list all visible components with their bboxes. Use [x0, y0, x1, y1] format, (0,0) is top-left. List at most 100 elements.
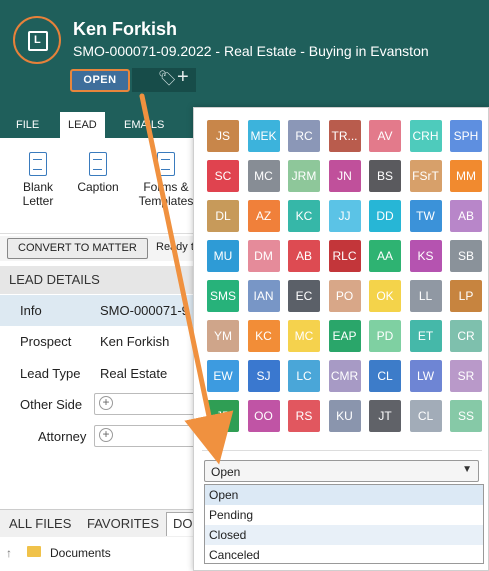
tag-swatch[interactable]: JS [207, 120, 239, 152]
tag-swatch[interactable]: TW [409, 200, 442, 232]
tag-swatch[interactable]: DM [247, 240, 280, 272]
tag-swatch[interactable]: PO [328, 280, 361, 312]
tag-swatch[interactable]: SR [450, 360, 482, 392]
add-circle-icon[interactable]: + [99, 396, 113, 410]
tag-swatch[interactable]: SPH [450, 120, 482, 152]
status-button[interactable]: OPEN [70, 69, 130, 92]
tag-swatch[interactable]: CMR [328, 360, 361, 392]
tag-swatch[interactable]: OO [247, 400, 280, 432]
folder-icon [27, 546, 41, 557]
tag-swatch[interactable]: PD [369, 320, 401, 352]
document-icon [89, 152, 107, 176]
other-side-input[interactable]: + [94, 393, 204, 415]
tag-swatch[interactable]: AB [450, 200, 482, 232]
tag-swatch[interactable]: LL [409, 280, 442, 312]
tag-swatch[interactable]: OK [369, 280, 401, 312]
status-select[interactable]: Open ▼ [204, 460, 479, 482]
tag-swatch[interactable]: AB [288, 240, 320, 272]
tab-favorites[interactable]: FAVORITES [87, 516, 159, 531]
tag-swatch[interactable]: KS [409, 240, 442, 272]
tag-swatch[interactable]: YM [207, 320, 239, 352]
tag-status-popup: JS MEK RC TR... AV CRH SPH SC MC JRM JN BS FSrT MM DL A… [193, 107, 489, 571]
tag-swatch[interactable]: EC [288, 280, 320, 312]
divider [202, 450, 482, 451]
chevron-down-icon[interactable]: ▼ [462, 464, 472, 475]
tag-swatch[interactable]: MC [288, 320, 320, 352]
tag-swatch[interactable]: SJ [247, 360, 280, 392]
tag-swatch[interactable]: MU [207, 240, 239, 272]
field-attorney: Attorney + [0, 421, 204, 452]
field-other-side: Other Side + [0, 389, 204, 420]
tag-swatch[interactable]: MC [247, 160, 280, 192]
tag-swatch[interactable]: SS [450, 400, 482, 432]
status-option-open[interactable]: Open [205, 485, 483, 505]
tag-swatch[interactable]: SC [207, 160, 239, 192]
add-circle-icon[interactable]: + [99, 428, 113, 442]
files-tabs: ALL FILES FAVORITES DO [0, 509, 200, 537]
tab-all-files[interactable]: ALL FILES [9, 516, 71, 531]
convert-to-matter-button[interactable]: CONVERT TO MATTER [7, 238, 148, 259]
tab-file[interactable]: FILE [8, 112, 47, 138]
documents-row[interactable]: ↑ Documents [0, 540, 200, 566]
ready-text: Ready t [156, 241, 194, 253]
tag-swatch[interactable]: MEK [247, 120, 280, 152]
tag-swatch[interactable]: RC [288, 120, 320, 152]
tag-swatch[interactable]: CL [409, 400, 442, 432]
forms-templates-button[interactable]: Forms & Templates [138, 152, 194, 208]
tag-swatch[interactable]: KC [247, 320, 280, 352]
status-option-closed[interactable]: Closed [205, 525, 483, 545]
matter-subtitle: SMO-000071-09.2022 - Real Estate - Buyin… [73, 43, 429, 59]
blank-letter-button[interactable]: Blank Letter [10, 152, 66, 208]
tag-swatch[interactable]: BS [369, 160, 401, 192]
tag-swatch[interactable]: TR... [328, 120, 361, 152]
tag-swatch[interactable]: JRM [288, 160, 320, 192]
tag-swatch[interactable]: FSrT [409, 160, 442, 192]
tag-swatch[interactable]: LC [288, 360, 320, 392]
convert-bar: CONVERT TO MATTER Ready t [0, 236, 200, 261]
tag-swatch[interactable]: AZ [247, 200, 280, 232]
tab-emails[interactable]: EMAILS [116, 112, 172, 138]
tag-swatch[interactable]: EW [207, 360, 239, 392]
tag-swatch[interactable]: EAP [328, 320, 361, 352]
status-options-list: Open Pending Closed Canceled [204, 484, 484, 564]
field-lead-type[interactable]: Lead Type Real Estate [0, 358, 200, 389]
tag-swatch[interactable]: LP [450, 280, 482, 312]
field-prospect[interactable]: Prospect Ken Forkish [0, 326, 200, 357]
tag-swatch[interactable]: JP [207, 400, 239, 432]
lead-avatar-icon: L [13, 16, 61, 64]
document-icon [157, 152, 175, 176]
lead-details-heading: LEAD DETAILS [0, 266, 200, 294]
tag-swatch[interactable]: AA [369, 240, 401, 272]
tag-swatch[interactable]: CR [450, 320, 482, 352]
tag-swatch[interactable]: MM [450, 160, 482, 192]
tag-swatch[interactable]: RLC [328, 240, 361, 272]
contact-name: Ken Forkish [73, 19, 178, 39]
tag-swatch[interactable]: JT [369, 400, 401, 432]
tag-swatch[interactable]: SMS [207, 280, 239, 312]
up-arrow-icon[interactable]: ↑ [6, 546, 12, 560]
tag-swatch[interactable]: DD [369, 200, 401, 232]
attorney-input[interactable]: + [94, 425, 204, 447]
tag-swatch[interactable]: AV [369, 120, 401, 152]
tag-icon[interactable]: 🏷︎ [158, 69, 177, 87]
tag-swatch[interactable]: DL [207, 200, 239, 232]
status-option-pending[interactable]: Pending [205, 505, 483, 525]
document-icon [29, 152, 47, 176]
logo-letter: L [34, 34, 41, 46]
tag-swatch[interactable]: JN [328, 160, 361, 192]
tag-swatch[interactable]: RS [288, 400, 320, 432]
tag-swatch[interactable]: ET [409, 320, 442, 352]
tab-lead[interactable]: LEAD [60, 112, 105, 138]
tag-swatch[interactable]: JJ [328, 200, 361, 232]
tag-swatch[interactable]: LW [409, 360, 442, 392]
tag-swatch[interactable]: CL [369, 360, 401, 392]
caption-button[interactable]: Caption [70, 152, 126, 194]
status-option-canceled[interactable]: Canceled [205, 545, 483, 565]
field-info[interactable]: Info SMO-000071-9 [0, 295, 200, 326]
tag-swatch[interactable]: CRH [409, 120, 442, 152]
tag-swatch[interactable]: KC [288, 200, 320, 232]
tag-swatch[interactable]: SB [450, 240, 482, 272]
tag-swatch[interactable]: IAN [247, 280, 280, 312]
tag-swatch[interactable]: KU [328, 400, 361, 432]
add-tag-icon[interactable]: + [177, 66, 189, 89]
